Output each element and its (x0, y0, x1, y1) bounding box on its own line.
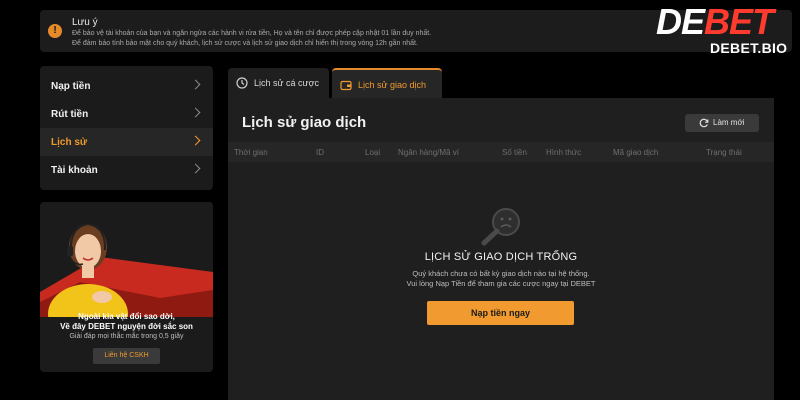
column-header: Ngân hàng/Mã ví (398, 148, 459, 157)
column-header: Số tiền (502, 148, 527, 157)
support-agent-illustration (40, 202, 213, 317)
deposit-now-button[interactable]: Nạp tiền ngay (427, 301, 574, 325)
tab-label: Lịch sử cá cược (254, 78, 319, 88)
logo-domain: DEBET.BIO (710, 40, 788, 56)
refresh-label: Làm mới (713, 118, 745, 127)
sidebar-item-history[interactable]: Lịch sử (40, 128, 213, 156)
history-icon (236, 77, 248, 89)
empty-state-message: Quý khách chưa có bất kỳ giao dịch nào t… (412, 269, 590, 278)
chevron-right-icon (190, 107, 201, 118)
refresh-button[interactable]: Làm mới (685, 114, 759, 132)
empty-state-title: LỊCH SỬ GIAO DỊCH TRỐNG (424, 251, 578, 263)
sidebar-item-deposit[interactable]: Nạp tiền (40, 72, 213, 100)
notice-line: Để đảm bảo tính bảo mật cho quý khách, l… (72, 40, 418, 47)
column-header: Thời gian (234, 148, 268, 157)
table-header: Thời gian ID Loại Ngân hàng/Mã ví Số tiề… (228, 142, 774, 162)
sad-magnifier-icon (481, 208, 520, 246)
sidebar-item-withdraw[interactable]: Rút tiền (40, 100, 213, 128)
notice-line: Để bảo vệ tài khoản của bạn và ngăn ngừa… (72, 30, 432, 37)
sidebar-item-label: Lịch sử (51, 137, 88, 148)
logo-wordmark: DEBET (656, 1, 774, 42)
contact-support-button[interactable]: Liên hệ CSKH (93, 348, 160, 364)
tab-label: Lịch sử giao dịch (358, 80, 427, 90)
tab-bet-history[interactable]: Lịch sử cá cược (228, 68, 329, 98)
sidebar-item-label: Tài khoản (51, 165, 98, 176)
promo-headline: Ngoài kia vật đổi sao dời, (78, 312, 175, 321)
column-header: Trạng thái (706, 148, 742, 157)
chevron-right-icon (190, 79, 201, 90)
sidebar-item-label: Rút tiền (51, 109, 89, 120)
chevron-right-icon (190, 135, 201, 146)
tab-transaction-history[interactable]: Lịch sử giao dịch (332, 68, 442, 98)
promo-subtext: Giải đáp mọi thắc mắc trong 0,5 giây (69, 333, 184, 340)
wallet-icon (340, 80, 352, 91)
column-header: Hình thức (546, 148, 582, 157)
column-header: Mã giao dịch (613, 148, 659, 157)
promo-headline: Về đây DEBET nguyện đời sắc son (60, 322, 193, 331)
empty-state-message: Vui lòng Nạp Tiền để tham gia các cược n… (406, 279, 596, 288)
column-header: Loại (365, 148, 381, 157)
refresh-icon (699, 118, 709, 128)
brand-logo[interactable]: DEBET DEBET.BIO (652, 2, 800, 60)
support-promo-card: Ngoài kia vật đổi sao dời, Về đây DEBET … (40, 202, 213, 372)
sidebar-item-label: Nạp tiền (51, 81, 91, 92)
chevron-right-icon (190, 163, 201, 174)
column-header: ID (316, 148, 324, 157)
account-sidebar: Nạp tiền Rút tiền Lịch sử Tài khoản (40, 66, 213, 190)
sidebar-item-account[interactable]: Tài khoản (40, 156, 213, 184)
transaction-history-panel: Lịch sử giao dịch Làm mới Thời gian ID L… (228, 98, 774, 400)
page-title: Lịch sử giao dịch (242, 114, 367, 131)
notice-title: Lưu ý (72, 17, 98, 28)
warning-icon: ! (48, 24, 62, 38)
